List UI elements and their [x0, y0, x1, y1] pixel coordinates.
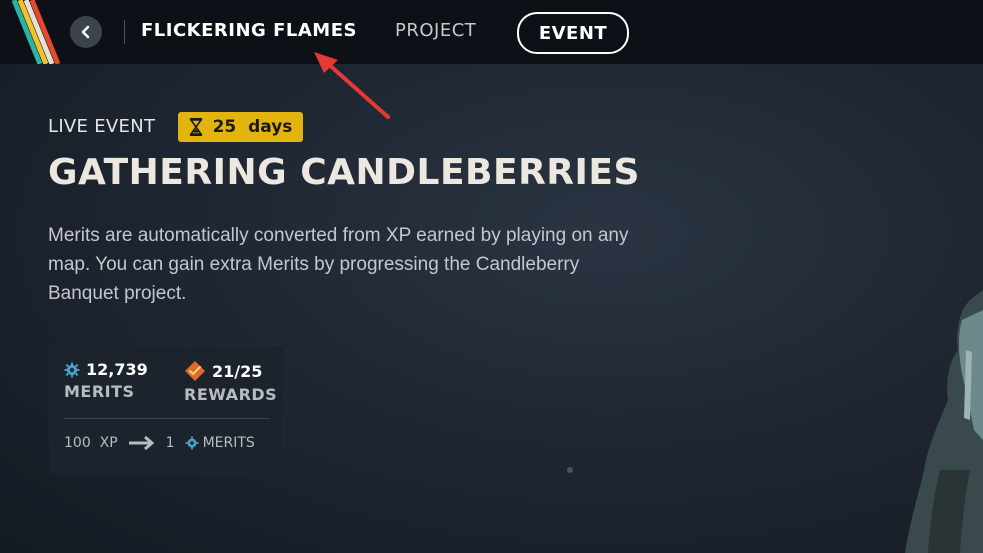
conversion-result: 1	[165, 435, 175, 451]
conversion-unit: MERITS	[202, 435, 255, 451]
tab-event[interactable]: EVENT	[517, 12, 629, 54]
conversion-unit-group: MERITS	[185, 435, 255, 451]
nav-divider	[124, 20, 125, 44]
conversion-xp: 100 XP	[64, 435, 118, 451]
character-figure	[905, 290, 983, 553]
top-nav-bar: FLICKERING FLAMES PROJECT EVENT	[0, 0, 983, 64]
timer-text: 25 days	[212, 117, 293, 137]
arrow-right-icon	[128, 436, 154, 450]
gear-merit-icon	[64, 362, 80, 377]
background-dot	[567, 467, 573, 473]
rewards-label: REWARDS	[184, 385, 278, 404]
event-timer-badge: 25 days	[178, 112, 303, 142]
tab-flickering-flames[interactable]: FLICKERING FLAMES	[141, 20, 357, 41]
merits-value: 12,739	[86, 360, 148, 379]
gear-merit-icon	[185, 436, 199, 450]
rewards-value: 21/25	[212, 361, 263, 381]
hourglass-icon	[189, 118, 203, 136]
brand-stripes	[11, 0, 61, 64]
back-button[interactable]	[70, 16, 102, 48]
event-description: Merits are automatically converted from …	[48, 225, 629, 304]
diamond-reward-icon	[185, 361, 205, 381]
merits-stat: 12,739 MERITS	[64, 360, 148, 401]
merits-label: MERITS	[64, 382, 135, 401]
live-event-label: LIVE EVENT	[48, 116, 156, 137]
rewards-stat: 21/25 REWARDS	[184, 360, 277, 404]
merits-panel: 12,739 MERITS 21/25 REWARDS 100 XP 1 MER…	[50, 346, 284, 474]
conversion-rate: 100 XP 1 MERITS	[64, 435, 255, 451]
tab-project[interactable]: PROJECT	[395, 20, 476, 41]
panel-divider	[64, 418, 270, 419]
back-arrow-icon	[81, 25, 90, 39]
event-title: GATHERING CANDLEBERRIES	[48, 152, 640, 193]
